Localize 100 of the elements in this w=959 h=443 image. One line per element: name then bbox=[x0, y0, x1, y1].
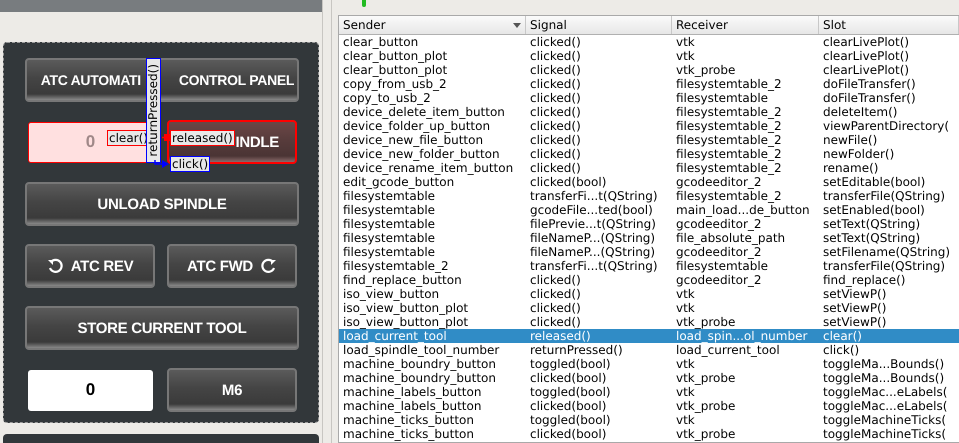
table-cell-text: clicked() bbox=[529, 105, 582, 119]
table-cell-text: gcodeeditor_2 bbox=[675, 217, 763, 231]
table-cell-text: clicked(bool) bbox=[529, 371, 608, 385]
table-cell-text: vtk_probe bbox=[675, 315, 736, 329]
table-cell-text: setEnabled(bool) bbox=[822, 203, 926, 217]
table-cell-text: gcodeeditor_2 bbox=[675, 273, 763, 287]
table-cell-text: filesystemtable_2 bbox=[675, 147, 783, 161]
table-cell-text: machine_ticks_button bbox=[342, 427, 475, 441]
table-cell-text: machine_ticks_button bbox=[342, 413, 475, 427]
table-cell-text: vtk bbox=[675, 413, 696, 427]
table-cell-text: clicked(bool) bbox=[529, 175, 608, 189]
table-cell-text: transferFi...t(QString) bbox=[529, 259, 659, 273]
table-cell-text: vtk bbox=[675, 301, 696, 315]
table-cell-text: clearLivePlot() bbox=[822, 49, 910, 63]
table-cell-text: filesystemtable bbox=[675, 259, 770, 273]
table-cell-text: load_spindle_tool_number bbox=[342, 343, 500, 357]
table-cell-text: iso_view_button_plot bbox=[342, 301, 470, 315]
table-cell-text: clicked(bool) bbox=[529, 399, 608, 413]
table-cell-text: clicked() bbox=[529, 91, 582, 105]
table-cell-text: device_delete_item_button bbox=[342, 105, 506, 119]
table-cell-text: gcodeFile...ted(bool) bbox=[529, 203, 654, 217]
table-cell-text: doFileTransfer() bbox=[822, 77, 917, 91]
table-cell-text: filesystemtable bbox=[342, 189, 436, 203]
table-cell-text: filesystemtable_2 bbox=[675, 133, 783, 147]
table-cell-text: rename() bbox=[822, 161, 880, 175]
table-cell-text: filesystemtable_2 bbox=[675, 189, 783, 203]
table-cell-text: transferFi...t(QString) bbox=[529, 189, 659, 203]
table-cell-text: toggleMac...eLabels( bbox=[822, 399, 948, 413]
table-cell-text: clicked() bbox=[529, 133, 582, 147]
table-cell-text: fileNameP...(QString) bbox=[529, 245, 656, 259]
table-cell-text: filesystemtable_2 bbox=[675, 161, 783, 175]
table-cell-text: toggleMac...eLabels( bbox=[822, 385, 948, 399]
table-cell-text: clicked() bbox=[529, 147, 582, 161]
table-cell-text: newFolder() bbox=[822, 147, 896, 161]
table-cell-text: clear_button_plot bbox=[342, 49, 448, 63]
table-cell-text: setViewP() bbox=[822, 287, 888, 301]
button-text: CONTROL PANEL bbox=[178, 72, 294, 88]
table-cell-text: newFile() bbox=[822, 133, 878, 147]
table-cell-text: click() bbox=[822, 343, 860, 357]
table-cell-text: clicked() bbox=[529, 63, 582, 77]
table-cell-text: fileNameP...(QString) bbox=[529, 231, 656, 245]
table-cell-text: filesystemtable bbox=[342, 203, 436, 217]
table-cell-text: toggleMachineTicks( bbox=[822, 427, 948, 441]
table-cell-text: clicked() bbox=[529, 287, 582, 301]
table-cell-text: toggleMachineTicks( bbox=[822, 413, 948, 427]
table-cell-text: vtk_probe bbox=[675, 371, 736, 385]
table-cell-text: edit_gcode_button bbox=[342, 175, 456, 189]
table-cell-text: toggled(bool) bbox=[529, 357, 612, 371]
table-cell-text: gcodeeditor_2 bbox=[675, 175, 763, 189]
table-cell-text: transferFile(QString) bbox=[822, 189, 946, 203]
table-cell-text: viewParentDirectory( bbox=[822, 119, 950, 133]
table-cell-text: load_spin...ol_number bbox=[675, 329, 808, 343]
table-cell-text: clicked() bbox=[529, 161, 582, 175]
table-cell-text: load_current_tool bbox=[675, 343, 781, 357]
table-cell-text: clearLivePlot() bbox=[822, 63, 910, 77]
table-cell-text: clicked(bool) bbox=[529, 427, 608, 441]
table-cell-text: load_current_tool bbox=[342, 329, 448, 343]
table-cell-text: setViewP() bbox=[822, 301, 888, 315]
table-cell-text: machine_boundry_button bbox=[342, 357, 497, 371]
table-cell-text: transferFile(QString) bbox=[822, 259, 946, 273]
table-cell-text: setViewP() bbox=[822, 315, 888, 329]
table-cell-text: filePrevie...t(QString) bbox=[529, 217, 657, 231]
table-cell-text: vtk bbox=[675, 49, 696, 63]
table-cell-text: vtk bbox=[675, 385, 696, 399]
button-text: ATC AUTOMATI bbox=[40, 72, 141, 88]
table-cell-text: clicked() bbox=[529, 273, 582, 287]
table-cell-text: vtk bbox=[675, 35, 696, 49]
table-cell-text: filesystemtable bbox=[342, 245, 436, 259]
table-cell-text: iso_view_button bbox=[342, 287, 440, 301]
table-cell-text: deleteItem() bbox=[822, 105, 898, 119]
table-cell-text: toggleMa...Bounds() bbox=[822, 357, 946, 371]
table-cell-text: clear_button bbox=[342, 35, 420, 49]
table-cell-text: filesystemtable_2 bbox=[675, 105, 783, 119]
table-cell-text: vtk bbox=[675, 357, 696, 371]
table-cell-text: setText(QString) bbox=[822, 231, 922, 245]
table-cell-text: returnPressed() bbox=[529, 343, 624, 357]
table-cell-text: machine_labels_button bbox=[342, 399, 482, 413]
table-cell-text: filesystemtable_2 bbox=[675, 77, 783, 91]
table-cell-text: clicked() bbox=[529, 315, 582, 329]
table-cell-text: file_absolute_path bbox=[675, 231, 786, 245]
table-cell-text: machine_labels_button bbox=[342, 385, 482, 399]
table-cell-text: iso_view_button_plot bbox=[342, 315, 470, 329]
table-cell-text: filesystemtable_2 bbox=[342, 259, 450, 273]
table-cell-text: vtk_probe bbox=[675, 63, 736, 77]
table-cell-text: setText(QString) bbox=[822, 217, 922, 231]
table-cell-text: vtk_probe bbox=[675, 399, 736, 413]
table-cell-text: copy_from_usb_2 bbox=[342, 77, 448, 91]
table-cell-text: released() bbox=[529, 329, 592, 343]
table-cell-text: toggled(bool) bbox=[529, 413, 612, 427]
table-cell-text: machine_boundry_button bbox=[342, 371, 497, 385]
table-cell-text: setEditable(bool) bbox=[822, 175, 926, 189]
table-cell-text: setFilename(QString) bbox=[822, 245, 952, 259]
table-cell-text: main_load...de_button bbox=[675, 203, 811, 217]
table-cell-text: clicked() bbox=[529, 301, 582, 315]
table-cell-text: clear_button_plot bbox=[342, 63, 448, 77]
table-cell-text: clearLivePlot() bbox=[822, 35, 910, 49]
table-cell-text: filesystemtable bbox=[675, 91, 770, 105]
table-cell-text: doFileTransfer() bbox=[822, 91, 917, 105]
table-cell-text: toggleMa...Bounds() bbox=[822, 371, 946, 385]
table-cell-text: device_folder_up_button bbox=[342, 119, 492, 133]
